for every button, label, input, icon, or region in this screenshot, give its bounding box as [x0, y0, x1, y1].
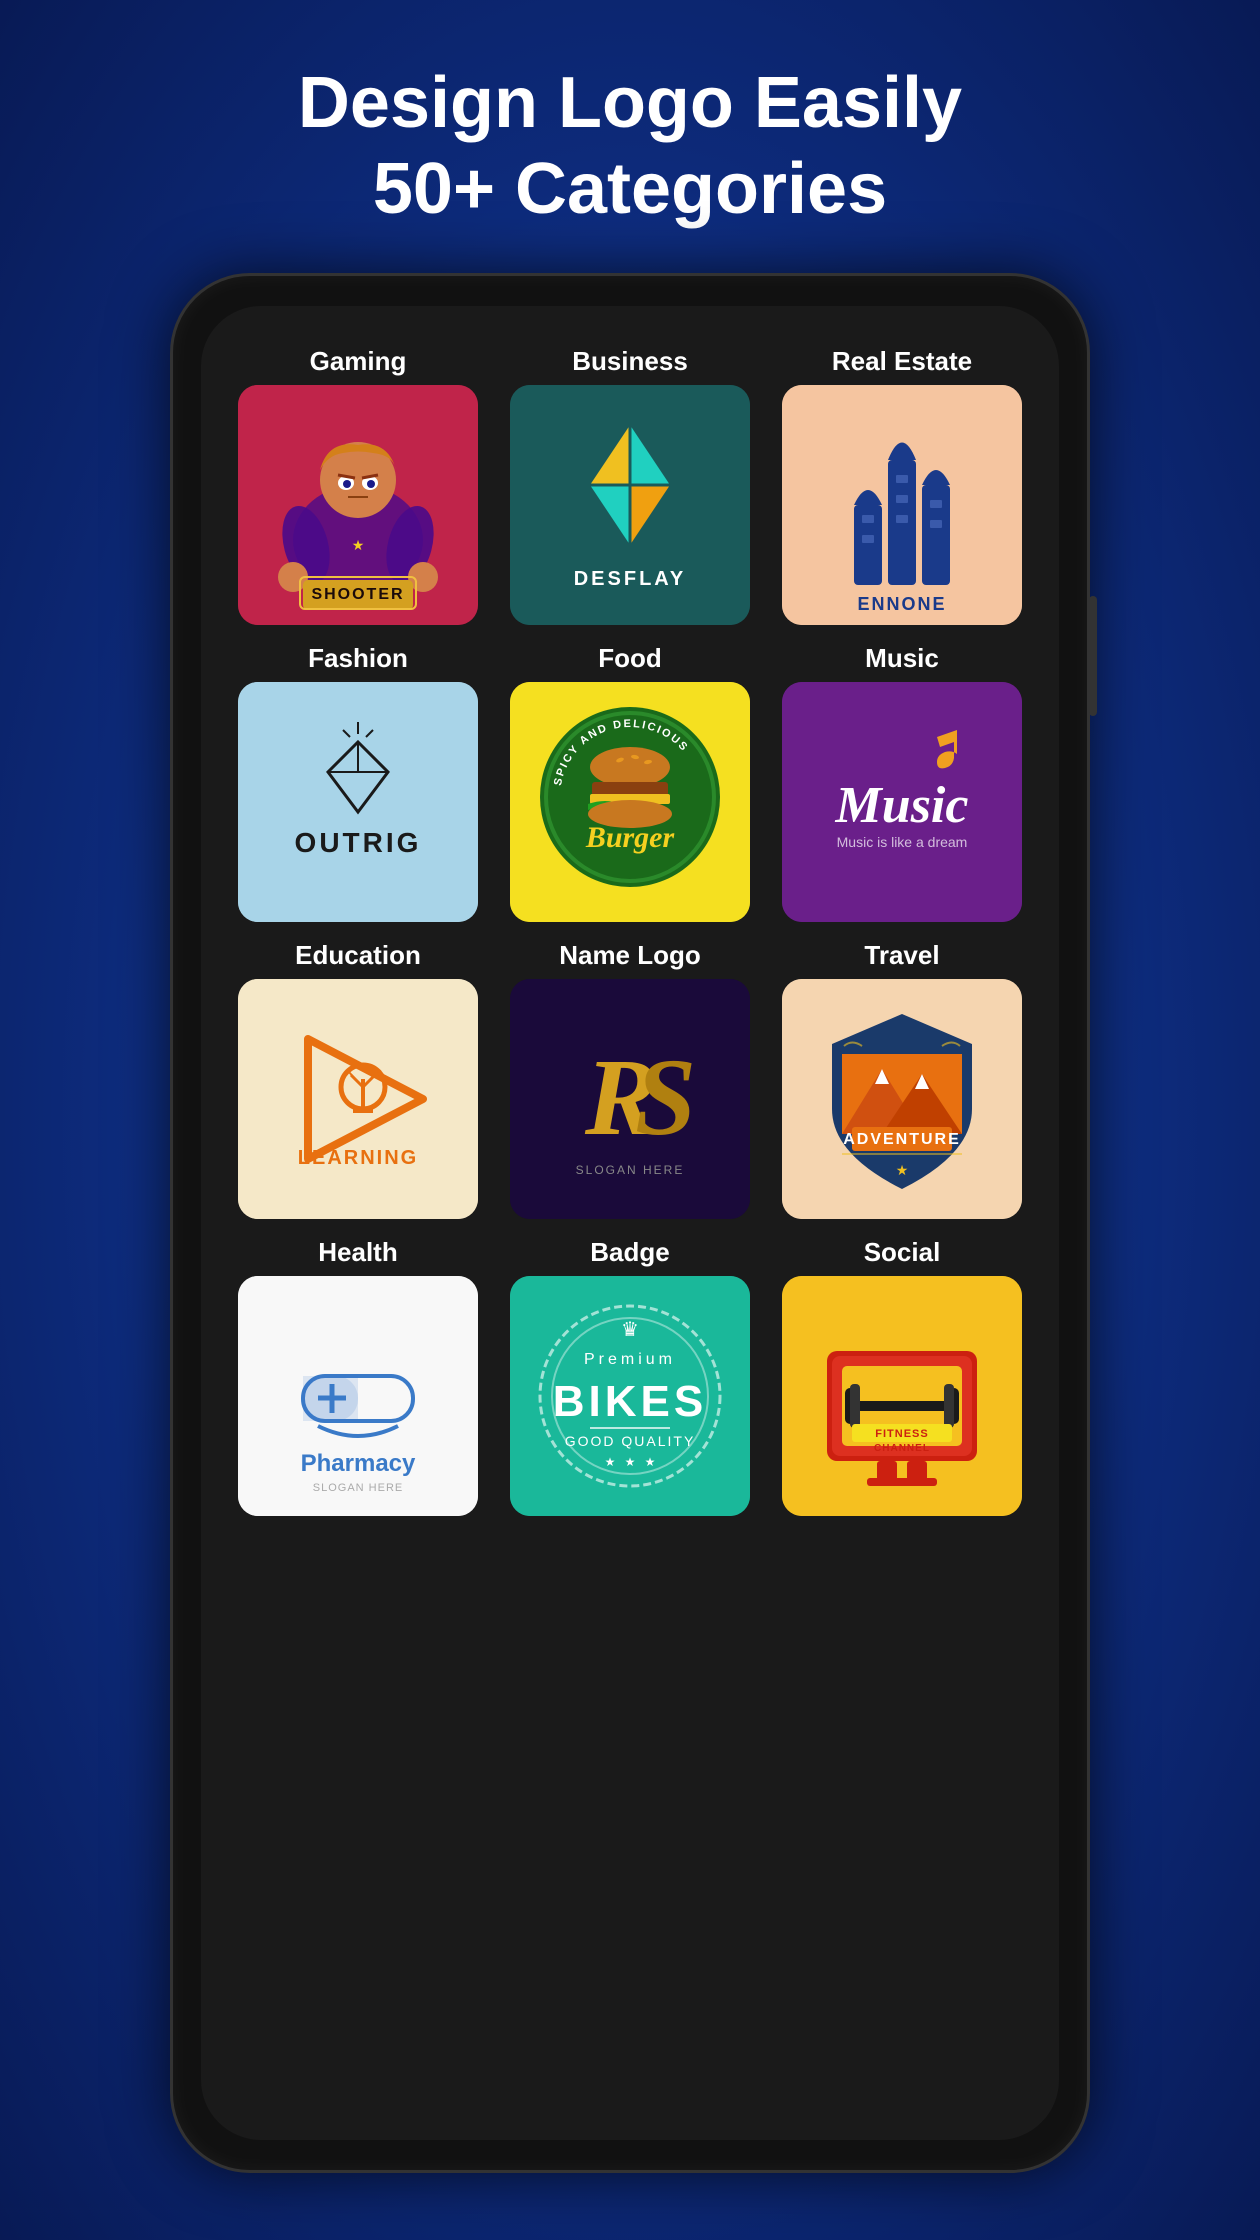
svg-text:CHANNEL: CHANNEL: [874, 1443, 930, 1454]
category-food[interactable]: Food SPICY AND DELICIOUS: [503, 643, 757, 922]
logo-business: DESFLAY: [510, 385, 750, 625]
category-music-label: Music: [865, 643, 939, 674]
category-health-label: Health: [318, 1237, 397, 1268]
category-business[interactable]: Business: [503, 346, 757, 625]
svg-text:ENNONE: ENNONE: [857, 594, 946, 614]
category-realestate[interactable]: Real Estate: [775, 346, 1029, 625]
headline-line2: 50+ Categories: [373, 149, 887, 229]
svg-text:★: ★: [896, 1162, 909, 1178]
categories-grid: Gaming: [226, 336, 1034, 1526]
category-social[interactable]: Social: [775, 1237, 1029, 1516]
svg-text:DESFLAY: DESFLAY: [574, 568, 687, 590]
svg-text:Music: Music: [835, 777, 969, 834]
svg-text:Burger: Burger: [585, 821, 675, 854]
logo-badge: ♛ Premium BIKES GOOD QUALITY ★ ★ ★: [510, 1276, 750, 1516]
svg-text:SHOOTER: SHOOTER: [311, 586, 404, 603]
category-business-label: Business: [572, 346, 688, 377]
category-badge[interactable]: Badge ♛ Premium BIKES: [503, 1237, 757, 1516]
category-badge-label: Badge: [590, 1237, 669, 1268]
category-music[interactable]: Music Music Music is like a dream: [775, 643, 1029, 922]
category-gaming[interactable]: Gaming: [231, 346, 485, 625]
category-namelogo[interactable]: Name Logo R S SLOGAN HERE: [503, 940, 757, 1219]
logo-gaming: SHOOTER ★: [238, 385, 478, 625]
svg-text:Pharmacy: Pharmacy: [301, 1450, 416, 1477]
category-namelogo-label: Name Logo: [559, 940, 701, 971]
category-fashion[interactable]: Fashion: [231, 643, 485, 922]
category-travel[interactable]: Travel: [775, 940, 1029, 1219]
category-education-label: Education: [295, 940, 421, 971]
headline-line1: Design Logo Easily: [298, 63, 962, 143]
category-social-label: Social: [864, 1237, 941, 1268]
svg-text:FITNESS: FITNESS: [875, 1428, 928, 1440]
svg-text:GOOD QUALITY: GOOD QUALITY: [565, 1433, 696, 1449]
svg-text:ADVENTURE: ADVENTURE: [843, 1131, 961, 1148]
logo-travel: ADVENTURE ★: [782, 979, 1022, 1219]
category-travel-label: Travel: [864, 940, 939, 971]
phone-screen: Gaming: [201, 306, 1059, 2140]
svg-text:♛: ♛: [621, 1319, 639, 1341]
category-gaming-label: Gaming: [310, 346, 407, 377]
category-realestate-label: Real Estate: [832, 346, 972, 377]
category-food-label: Food: [598, 643, 662, 674]
svg-text:SLOGAN HERE: SLOGAN HERE: [576, 1163, 685, 1177]
headline: Design Logo Easily 50+ Categories: [298, 60, 962, 233]
svg-text:★: ★: [645, 1455, 656, 1469]
svg-text:★: ★: [625, 1455, 636, 1469]
category-fashion-label: Fashion: [308, 643, 408, 674]
logo-realestate: ENNONE: [782, 385, 1022, 625]
logo-social: FITNESS CHANNEL: [782, 1276, 1022, 1516]
svg-text:OUTRIG: OUTRIG: [295, 827, 422, 858]
logo-education: LEARNING: [238, 979, 478, 1219]
logo-fashion: OUTRIG: [238, 682, 478, 922]
svg-text:BIKES: BIKES: [553, 1377, 707, 1426]
category-health[interactable]: Health Pharmacy: [231, 1237, 485, 1516]
logo-music: Music Music is like a dream: [782, 682, 1022, 922]
logo-health: Pharmacy SLOGAN HERE: [238, 1276, 478, 1516]
svg-text:SLOGAN HERE: SLOGAN HERE: [313, 1482, 403, 1494]
category-education[interactable]: Education: [231, 940, 485, 1219]
phone-frame: Gaming: [170, 273, 1090, 2173]
logo-namelogo: R S SLOGAN HERE: [510, 979, 750, 1219]
svg-text:★: ★: [352, 537, 365, 553]
svg-text:Premium: Premium: [584, 1351, 676, 1368]
svg-text:★: ★: [605, 1455, 616, 1469]
logo-food: SPICY AND DELICIOUS: [510, 682, 750, 922]
svg-text:S: S: [635, 1036, 696, 1158]
svg-text:Music is like a dream: Music is like a dream: [837, 834, 968, 850]
svg-text:LEARNING: LEARNING: [298, 1147, 418, 1169]
